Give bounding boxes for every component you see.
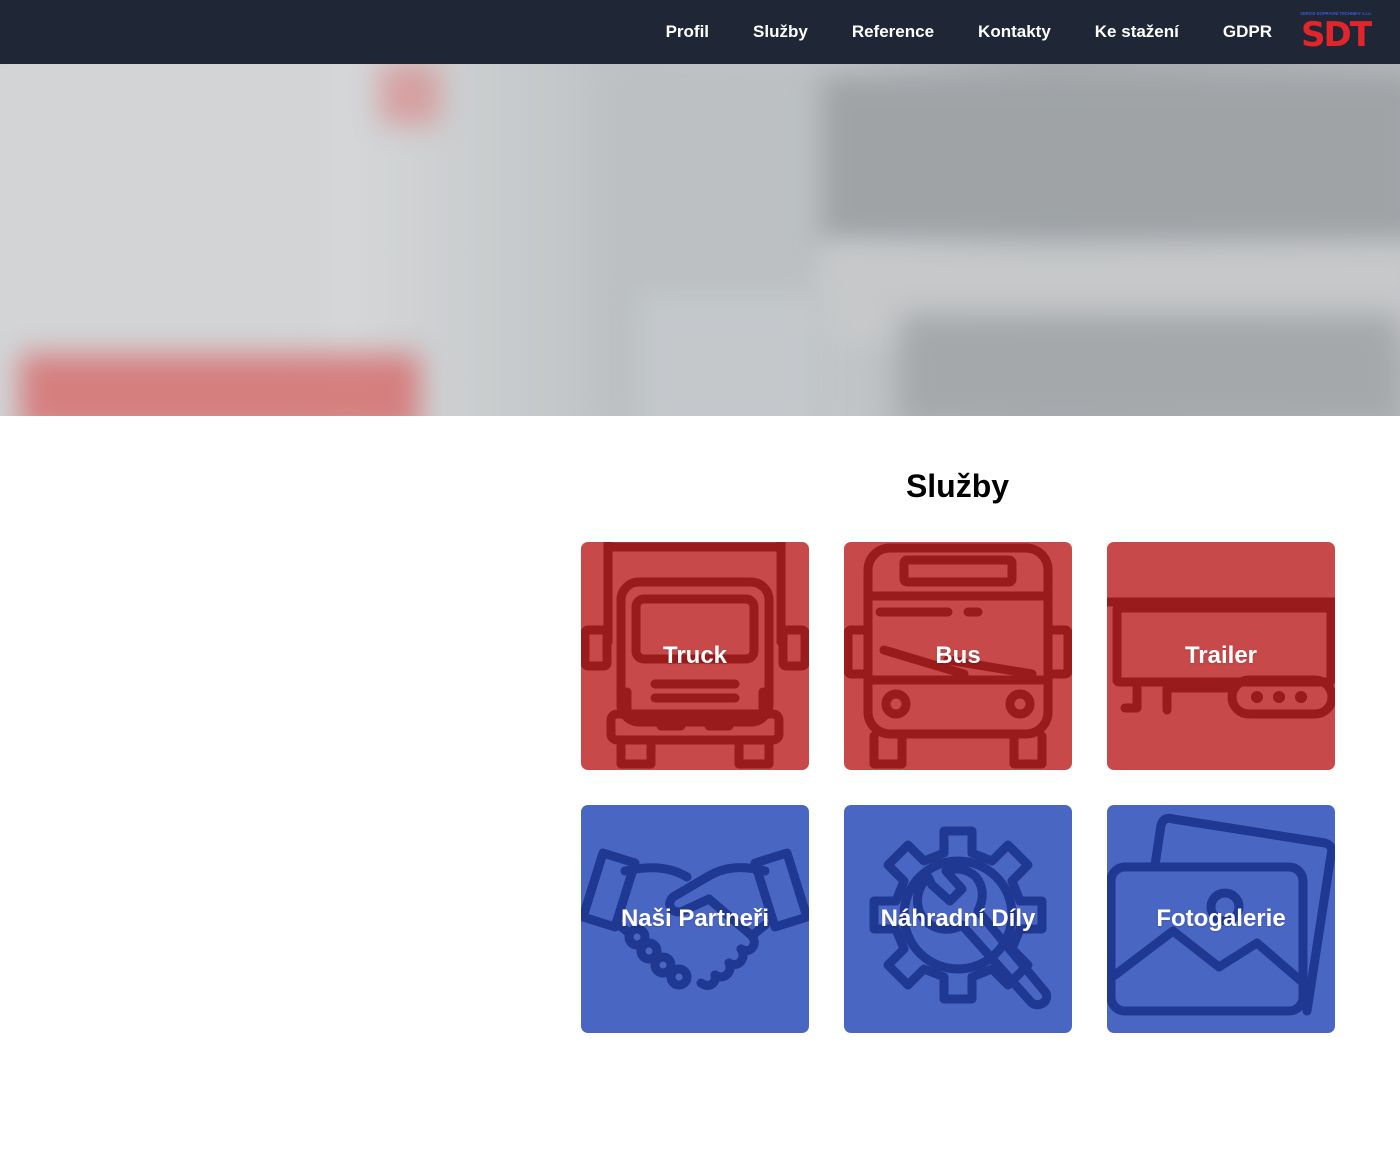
service-tile-bus[interactable]: Bus: [844, 542, 1072, 770]
tile-label-trailer: Trailer: [1184, 642, 1258, 669]
tile-label-truck: Truck: [662, 642, 728, 669]
service-tile-trailer[interactable]: Trailer: [1107, 542, 1335, 770]
services-heading: Služby: [905, 468, 1010, 504]
tile-label-photo-gallery: Fotogalerie: [1156, 905, 1286, 932]
service-tile-truck[interactable]: Truck: [581, 542, 809, 770]
tile-label-spare-parts: Náhradní Díly: [880, 905, 1036, 932]
main-nav: Profil Služby Reference Kontakty Ke staž…: [666, 0, 1272, 64]
service-tile-photo-gallery[interactable]: Fotogalerie: [1107, 805, 1335, 1033]
hero-banner-image: [0, 64, 1400, 416]
nav-item-reference[interactable]: Reference: [852, 22, 934, 42]
nav-item-profil[interactable]: Profil: [666, 22, 709, 42]
nav-item-gdpr[interactable]: GDPR: [1223, 22, 1272, 42]
top-navbar: Profil Služby Reference Kontakty Ke staž…: [0, 0, 1400, 64]
logo-text: SDT: [1301, 15, 1372, 50]
company-logo[interactable]: SERVIS DOPRAVNÍ TECHNIKY s.r.o. SDT: [1300, 8, 1372, 50]
nav-item-ke-stazeni[interactable]: Ke stažení: [1095, 22, 1179, 42]
tile-label-bus: Bus: [935, 642, 981, 669]
tile-label-partners: Naši Partneři: [620, 905, 770, 932]
nav-item-sluzby[interactable]: Služby: [753, 22, 808, 42]
service-tile-spare-parts[interactable]: Náhradní Díly: [844, 805, 1072, 1033]
nav-item-kontakty[interactable]: Kontakty: [978, 22, 1051, 42]
service-tile-partners[interactable]: Naši Partneři: [581, 805, 809, 1033]
